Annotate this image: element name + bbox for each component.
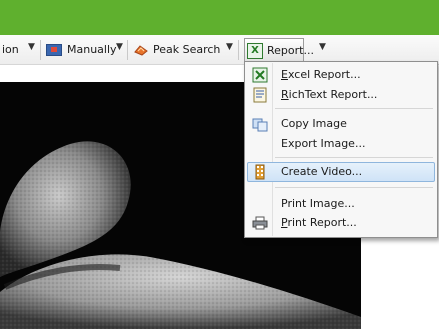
toolbar-separator <box>40 40 41 60</box>
menu-item-excel-report[interactable]: Excel Report... <box>247 65 435 85</box>
menu-item-print-report[interactable]: Print Report... <box>247 213 435 233</box>
printer-icon <box>252 215 268 231</box>
menu-item-label: Copy Image <box>281 117 347 130</box>
peak-search-icon <box>134 44 148 56</box>
peak-search-dropdown-arrow-icon[interactable]: ▼ <box>226 42 233 52</box>
report-button[interactable]: X Report... <box>244 38 314 62</box>
menu-item-label: Export Image... <box>281 137 366 150</box>
excel-icon <box>252 67 268 83</box>
menu-item-print-image[interactable]: Print Image... <box>247 194 435 214</box>
toolbar-separator <box>238 40 239 60</box>
manually-label: Manually <box>67 43 117 56</box>
menu-separator <box>275 157 433 158</box>
peak-search-label: Peak Search <box>153 43 221 56</box>
menu-item-label: RichText Report... <box>281 88 378 101</box>
menu-item-label: Excel Report... <box>281 68 361 81</box>
menu-item-label: Print Report... <box>281 216 357 229</box>
menu-item-export-image[interactable]: Export Image... <box>247 134 435 154</box>
video-film-icon <box>252 164 268 180</box>
menu-separator <box>275 108 433 109</box>
menu-separator <box>275 187 433 188</box>
report-dropdown-arrow-icon[interactable]: ▼ <box>319 42 326 52</box>
partial-dropdown-arrow-icon[interactable]: ▼ <box>28 42 35 52</box>
menu-item-label: Print Image... <box>281 197 355 210</box>
toolbar-separator <box>127 40 128 60</box>
partial-dropdown-label: ion <box>2 43 19 56</box>
report-label: Report... <box>267 44 314 57</box>
manual-image-icon <box>46 43 62 56</box>
report-dropdown-menu: Excel Report... RichText Report... Copy … <box>244 61 438 238</box>
menu-item-create-video[interactable]: Create Video... <box>247 162 435 182</box>
copy-image-icon <box>252 116 268 132</box>
manually-dropdown-arrow-icon[interactable]: ▼ <box>116 42 123 52</box>
richtext-icon <box>252 87 268 103</box>
manually-button[interactable]: Manually <box>46 35 117 64</box>
menu-item-label: Create Video... <box>281 165 363 178</box>
partial-dropdown-button[interactable]: ion <box>2 35 19 64</box>
peak-search-button[interactable]: Peak Search <box>134 35 220 64</box>
menu-item-richtext-report[interactable]: RichText Report... <box>247 85 435 105</box>
menu-item-copy-image[interactable]: Copy Image <box>247 114 435 134</box>
excel-report-icon: X <box>247 42 263 59</box>
title-bar <box>0 0 439 35</box>
